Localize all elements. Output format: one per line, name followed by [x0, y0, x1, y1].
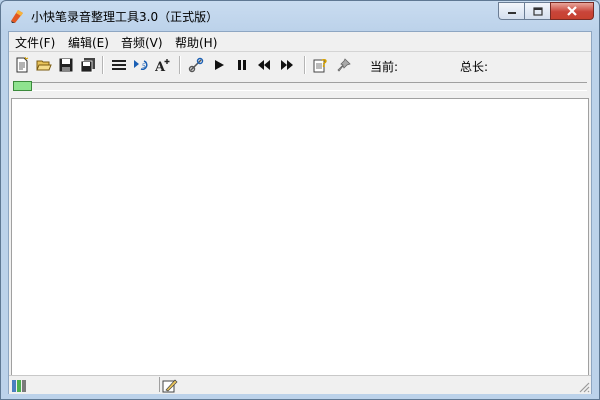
status-columns-icon — [12, 380, 26, 392]
save-all-icon — [80, 58, 95, 73]
list-button[interactable] — [109, 55, 129, 75]
menu-audio[interactable]: 音频(V) — [121, 34, 163, 51]
help-button[interactable]: ? — [311, 55, 331, 75]
toolbar-separator — [304, 56, 306, 74]
toolbar-separator — [102, 56, 104, 74]
app-logo-icon — [11, 10, 23, 23]
font-size-button[interactable]: A — [153, 55, 173, 75]
app-window: 小快笔录音整理工具3.0（正式版） 文件(F) 编辑(E) 音频(V) 帮助(H… — [0, 0, 600, 400]
svg-text:5: 5 — [142, 63, 146, 70]
fast-forward-button[interactable] — [277, 55, 297, 75]
font-size-icon: A — [155, 59, 170, 73]
replay-icon: 5 — [134, 60, 148, 71]
pin-button[interactable] — [334, 55, 354, 75]
list-icon — [112, 60, 126, 70]
menu-file[interactable]: 文件(F) — [15, 34, 55, 51]
client-area: 文件(F) 编辑(E) 音频(V) 帮助(H) 5 A ? 当前: 总长: — [8, 31, 592, 394]
help-icon: ? — [313, 57, 327, 73]
resize-grip-icon[interactable] — [578, 381, 590, 393]
fast-forward-icon — [281, 60, 293, 70]
save-all-button[interactable] — [78, 55, 98, 75]
total-length-label: 总长: — [460, 60, 489, 74]
pause-icon — [238, 60, 246, 70]
progress-track[interactable] — [13, 82, 587, 91]
close-button[interactable] — [550, 2, 594, 20]
save-icon — [59, 58, 73, 72]
save-button[interactable] — [56, 55, 76, 75]
pin-icon — [337, 58, 351, 72]
svg-text:A: A — [155, 60, 166, 73]
text-editor-area[interactable] — [11, 98, 589, 376]
status-pane-left — [9, 377, 160, 392]
status-pane-main — [160, 377, 590, 393]
minimize-icon — [507, 12, 516, 14]
title-bar[interactable]: 小快笔录音整理工具3.0（正式版） — [1, 1, 599, 31]
close-icon — [567, 6, 577, 16]
open-folder-icon — [36, 60, 52, 71]
menu-bar: 文件(F) 编辑(E) 音频(V) 帮助(H) — [9, 32, 591, 51]
minimize-button[interactable] — [498, 2, 524, 20]
maximize-icon — [532, 6, 543, 16]
svg-text:?: ? — [321, 57, 327, 70]
status-edit-icon — [162, 379, 178, 393]
toolbar: 5 A ? 当前: 总长: — [9, 52, 591, 78]
rewind-button[interactable] — [254, 55, 274, 75]
new-document-icon — [16, 57, 29, 73]
menu-help[interactable]: 帮助(H) — [175, 34, 217, 51]
link-button[interactable] — [186, 55, 206, 75]
menu-edit[interactable]: 编辑(E) — [68, 34, 109, 51]
progress-slider-thumb[interactable] — [13, 81, 32, 91]
pause-button[interactable] — [232, 55, 252, 75]
current-position-label: 当前: — [370, 60, 399, 74]
window-title: 小快笔录音整理工具3.0（正式版） — [31, 10, 219, 24]
caption-buttons — [498, 2, 594, 20]
maximize-button[interactable] — [524, 2, 550, 20]
new-button[interactable] — [12, 55, 32, 75]
link-icon — [188, 57, 204, 73]
status-bar — [9, 375, 591, 394]
rewind-icon — [258, 60, 270, 70]
play-button[interactable] — [209, 55, 229, 75]
play-icon — [215, 60, 224, 70]
open-button[interactable] — [34, 55, 54, 75]
replay-button[interactable]: 5 — [131, 55, 151, 75]
toolbar-separator — [179, 56, 181, 74]
